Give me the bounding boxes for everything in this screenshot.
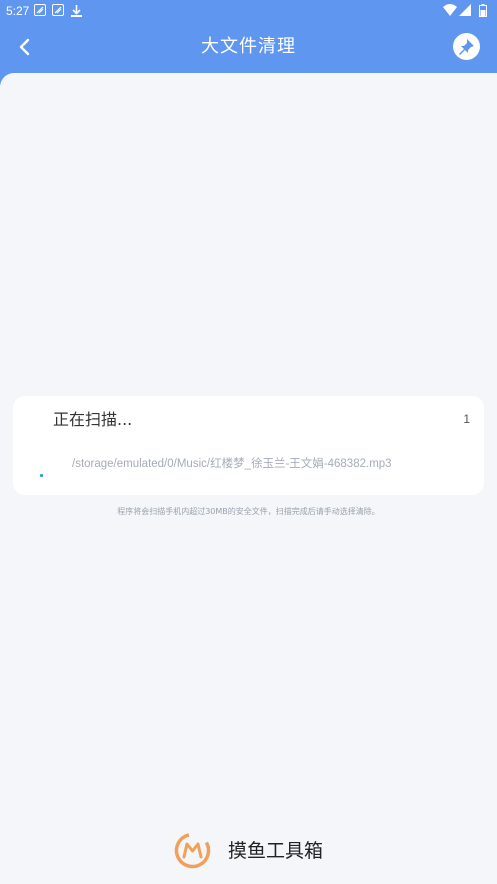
scan-file-count: 1: [463, 412, 470, 426]
signal-icon: [459, 4, 471, 16]
status-bar: 5:27: [0, 0, 497, 22]
brand-name: 摸鱼工具箱: [228, 840, 324, 862]
pin-button[interactable]: [453, 33, 480, 60]
scan-status-label: 正在扫描...: [53, 410, 133, 429]
brand-logo-icon: [174, 832, 211, 869]
battery-icon: [479, 4, 487, 17]
scan-current-path: /storage/emulated/0/Music/红楼梦_徐玉兰-王文娟-46…: [72, 458, 392, 470]
scan-hint: 程序将会扫描手机内超过30MB的安全文件，扫描完成后请手动选择清除。: [117, 507, 380, 516]
loading-spinner-icon: [40, 474, 43, 477]
wifi-icon: [443, 4, 457, 16]
scan-card: 正在扫描... 1 /storage/emulated/0/Music/红楼梦_…: [13, 396, 484, 495]
page-title: 大文件清理: [201, 36, 296, 57]
download-icon: [70, 4, 82, 17]
notification-app-icon: [34, 4, 46, 16]
pin-icon: [459, 39, 474, 55]
notification-app-icon: [52, 4, 64, 16]
status-time: 5:27: [6, 4, 30, 18]
